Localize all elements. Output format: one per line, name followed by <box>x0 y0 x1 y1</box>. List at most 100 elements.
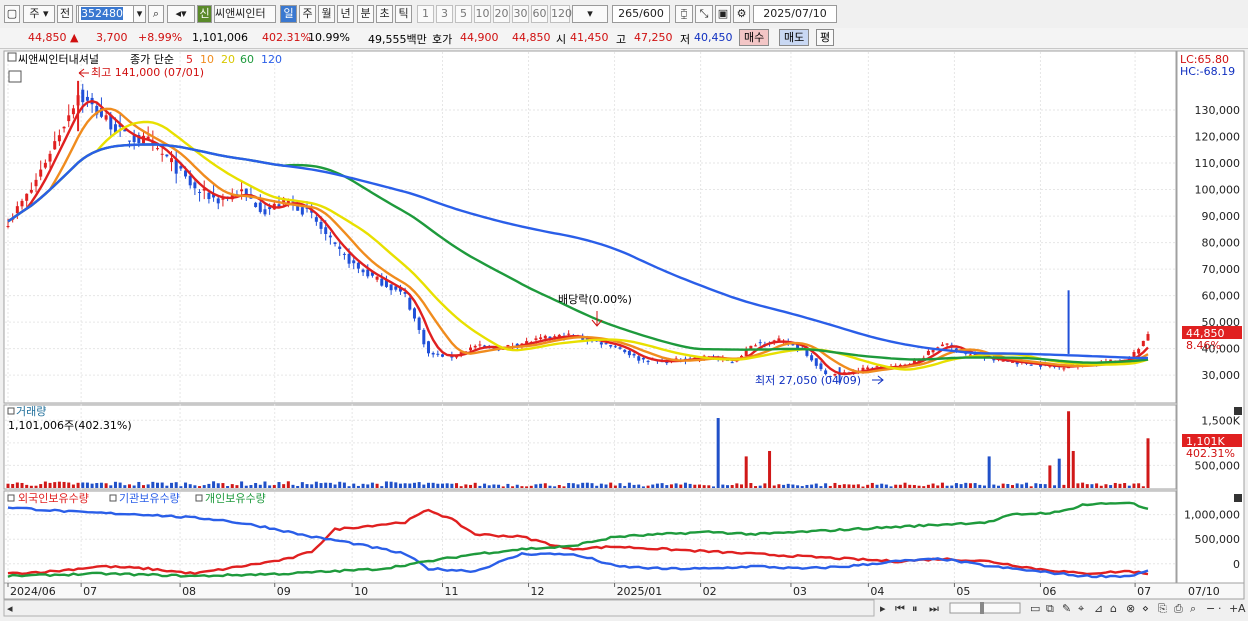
bar-count-input[interactable]: 265/600 <box>612 5 670 23</box>
window-icon[interactable]: ▢ <box>4 5 20 23</box>
volume-bar <box>375 483 379 488</box>
trade-amount: 49,555백만 <box>368 33 427 46</box>
fib-icon[interactable]: ⋄ <box>1142 602 1149 615</box>
holdings-tick-label: 500,000 <box>1195 533 1241 546</box>
interval-60[interactable]: 60 <box>531 5 548 23</box>
data-table-icon[interactable] <box>8 70 22 83</box>
horizontal-scrollbar[interactable] <box>3 599 875 617</box>
volume-bar <box>982 485 986 488</box>
sell-button[interactable]: 매도 <box>779 29 810 46</box>
legend-price-type: 종가 단순 <box>130 53 174 66</box>
volume-bar <box>198 486 202 488</box>
stock-chart[interactable]: 30,00040,00050,00060,00070,00080,00090,0… <box>0 49 1248 621</box>
period-tab-week[interactable]: 주 <box>299 5 316 23</box>
search-zoom-icon[interactable]: ⌕ <box>1190 602 1196 615</box>
candle-body <box>478 344 482 346</box>
interval-120[interactable]: 120 <box>550 5 572 23</box>
zoom-in-icon[interactable]: + <box>1229 602 1238 615</box>
quote-label: 호가 <box>432 33 453 46</box>
volume-bar <box>553 486 557 488</box>
change-amount: 3,700 <box>96 31 128 44</box>
volume-bar <box>763 483 767 488</box>
change-arrow-icon: ▲ <box>70 31 79 44</box>
period-tab-day[interactable]: 일 <box>280 5 297 23</box>
volume-bar <box>254 483 258 488</box>
interval-30[interactable]: 30 <box>512 5 529 23</box>
buy-button[interactable]: 매수 <box>739 29 770 46</box>
scroll-left-icon[interactable]: ◂ <box>7 602 13 615</box>
volume-bar <box>25 484 29 488</box>
text-tool-icon[interactable]: ⊗ <box>1126 602 1135 615</box>
volume-bar <box>758 485 762 488</box>
interval-20[interactable]: 20 <box>493 5 510 23</box>
low-label: 저 <box>680 33 691 46</box>
candle-body <box>57 135 61 142</box>
volume-bar <box>1043 484 1047 488</box>
interval-5[interactable]: 5 <box>455 5 472 23</box>
crosshair-icon[interactable]: ⌖ <box>1078 602 1084 615</box>
zoom-out-icon[interactable]: − <box>1206 602 1215 615</box>
average-button[interactable]: 평 <box>816 29 835 46</box>
chart-type-icon[interactable]: ⧮ <box>675 5 693 23</box>
volume-bar <box>810 484 814 488</box>
interval-1[interactable]: 1 <box>417 5 434 23</box>
candle-body <box>85 96 89 101</box>
candle-body <box>165 154 169 157</box>
period-tab-second[interactable]: 초 <box>376 5 393 23</box>
ruler-icon[interactable]: ⊿ <box>1094 602 1103 615</box>
draw-tool-icon[interactable]: ⤡ <box>695 5 713 23</box>
period-tab-minute[interactable]: 분 <box>357 5 374 23</box>
volume-bar <box>141 485 145 488</box>
print-icon[interactable]: ⎙ <box>1174 602 1183 615</box>
volume-bar <box>347 486 351 488</box>
volume-bar <box>880 483 884 488</box>
market-type-button[interactable]: 전 <box>57 5 73 23</box>
gear-icon[interactable]: ⚙ <box>733 5 750 23</box>
save-icon[interactable]: ▣ <box>715 5 731 23</box>
code-dropdown-icon[interactable]: ▾ <box>133 5 146 23</box>
stock-name-label[interactable]: 씨앤씨인터 <box>214 5 276 23</box>
scroll-right-icon[interactable]: ▸ <box>880 602 886 615</box>
indicator-icon[interactable]: ✎ <box>1062 602 1071 615</box>
zoom-reset-icon[interactable]: · <box>1218 602 1222 615</box>
volume-bar <box>740 484 744 488</box>
period-tab-tick[interactable]: 틱 <box>395 5 412 23</box>
interval-3[interactable]: 3 <box>436 5 453 23</box>
search-icon[interactable]: ⌕ <box>148 5 164 23</box>
volume-bar <box>85 482 89 488</box>
candle-body <box>361 269 365 273</box>
market-select[interactable]: 주 ▾ <box>23 5 55 23</box>
interval-custom-select[interactable]: ▾ <box>572 5 608 23</box>
date-input[interactable]: 2025/07/10 <box>753 5 837 23</box>
volume-panel-value: 1,101,006주(402.31%) <box>8 419 132 432</box>
period-tab-year[interactable]: 년 <box>337 5 354 23</box>
volume-bar <box>132 485 136 488</box>
zoom-slider[interactable] <box>949 602 1021 614</box>
zoom-slider-handle[interactable] <box>980 602 984 614</box>
settings-a-icon[interactable]: A <box>1238 602 1246 615</box>
volume-bar <box>973 483 977 488</box>
volume-bar <box>669 484 673 488</box>
volume-bar <box>361 483 365 488</box>
volume-bar <box>272 485 276 488</box>
volume-bar <box>469 484 473 488</box>
pause-icon[interactable]: ⏸ <box>912 602 918 615</box>
compare-icon[interactable]: ⧉ <box>1046 602 1054 615</box>
copy-icon[interactable]: ⎘ <box>1158 602 1167 615</box>
jump-end-icon[interactable]: ⏭ <box>929 602 939 615</box>
interval-10[interactable]: 10 <box>474 5 491 23</box>
holdings-tick-label: 0 <box>1233 558 1240 571</box>
holdings-panel-close-icon[interactable] <box>1234 494 1242 502</box>
candle-body <box>940 344 944 347</box>
volume-panel-close-icon[interactable] <box>1234 407 1242 415</box>
candle-body <box>198 191 202 193</box>
marker-icon[interactable]: ⌂ <box>1110 602 1117 615</box>
volume-bar <box>263 481 267 488</box>
candle-body <box>216 198 220 204</box>
layout-icon[interactable]: ▭ <box>1030 602 1040 615</box>
volume-bar <box>441 483 445 488</box>
period-tab-month[interactable]: 월 <box>318 5 335 23</box>
jump-start-icon[interactable]: ⏮ <box>895 602 905 615</box>
volume-bar <box>258 484 262 488</box>
sound-icon[interactable]: ◂▾ <box>167 5 195 23</box>
